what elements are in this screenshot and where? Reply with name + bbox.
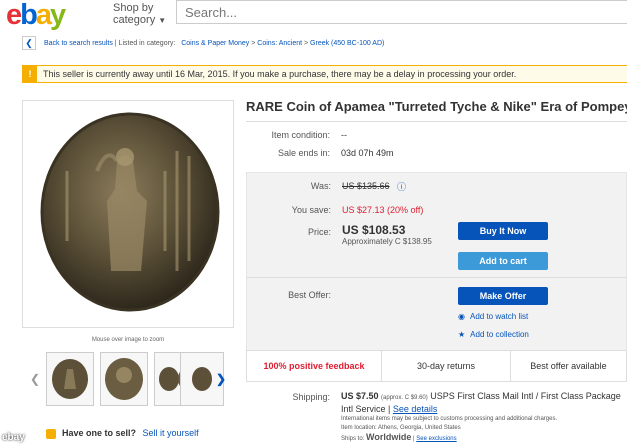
returns-badge: 30-day returns (381, 350, 511, 382)
zoom-hint: Mouse over image to zoom (91, 337, 165, 343)
shipping-label: Shipping: (292, 392, 330, 402)
sell-prompt: Have one to sell? Sell it yourself (46, 428, 199, 439)
breadcrumb-item-coins-ancient[interactable]: Coins: Ancient (257, 40, 302, 47)
divider (247, 277, 627, 278)
was-label: Was: (310, 181, 331, 191)
best-offer-label: Best Offer: (288, 290, 331, 300)
shipping-approx: (approx. C $9.60) (381, 395, 428, 401)
warning-icon: ! (23, 66, 37, 82)
divider (246, 121, 627, 122)
thumbnail[interactable] (100, 352, 148, 406)
item-title: RARE Coin of Apamea "Turreted Tyche & Ni… (246, 99, 627, 114)
ships-to-label: Ships to: (341, 436, 365, 442)
breadcrumb: ❮ Back to search results | Listed in cat… (22, 36, 384, 52)
best-offer-badge: Best offer available (510, 350, 627, 382)
back-to-search-link[interactable]: Back to search results (44, 40, 113, 47)
you-save-value: US $27.13 (20% off) (342, 205, 424, 215)
star-icon: ★ (458, 330, 466, 339)
tag-icon (46, 428, 56, 439)
seller-away-notice: ! This seller is currently away until 16 … (22, 65, 627, 83)
chevron-down-icon: ▼ (158, 16, 167, 25)
price-value: US $108.53 (342, 223, 406, 237)
add-to-collection-link[interactable]: ★ Add to collection (458, 330, 529, 339)
info-icon[interactable]: ⓘ (397, 180, 406, 193)
shipping-details: US $7.50 (approx. C $9.60) USPS First Cl… (341, 391, 627, 444)
was-price: US $135.66 (342, 181, 390, 191)
thumbnail-strip: ❮ ❯ (30, 352, 228, 408)
add-to-watch-list-link[interactable]: ◉ Add to watch list (458, 312, 528, 321)
eye-icon: ◉ (458, 312, 465, 321)
see-details-link[interactable]: See details (393, 404, 438, 414)
sell-it-yourself-link[interactable]: Sell it yourself (143, 428, 199, 438)
see-exclusions-link[interactable]: See exclusions (416, 436, 456, 442)
thumbnail[interactable] (46, 352, 94, 406)
ships-to-value: Worldwide (366, 432, 412, 442)
item-condition-value: -- (341, 130, 347, 140)
positive-feedback-badge: 100% positive feedback (246, 350, 382, 382)
search-input[interactable]: Search... (176, 0, 627, 24)
shipping-price: US $7.50 (341, 391, 379, 401)
breadcrumb-item-coins-paper-money[interactable]: Coins & Paper Money (181, 40, 249, 47)
make-offer-button[interactable]: Make Offer (458, 287, 548, 305)
chevron-left-icon[interactable]: ❮ (22, 36, 36, 51)
main-image-panel[interactable] (22, 100, 234, 328)
buy-it-now-button[interactable]: Buy It Now (458, 222, 548, 240)
listed-in-label: Listed in category: (118, 40, 176, 47)
chevron-right-icon[interactable]: ❯ (216, 372, 226, 386)
watermark: ebay (2, 432, 25, 443)
sale-ends-label: Sale ends in: (277, 148, 330, 158)
price-label: Price: (307, 227, 331, 237)
coin-image[interactable] (37, 111, 223, 313)
customs-note: International items may be subject to cu… (341, 416, 558, 422)
header: ebay Shop by category ▼ Search... (0, 0, 627, 30)
ebay-logo[interactable]: ebay (6, 0, 66, 30)
add-to-cart-button[interactable]: Add to cart (458, 252, 548, 270)
you-save-label: You save: (291, 205, 331, 215)
item-condition-label: Item condition: (271, 130, 330, 140)
chevron-left-icon[interactable]: ❮ (30, 372, 40, 386)
shop-by-category-button[interactable]: Shop by category ▼ (113, 2, 166, 27)
sale-ends-value: 03d 07h 49m (341, 148, 394, 158)
breadcrumb-item-greek[interactable]: Greek (450 BC-100 AD) (310, 40, 384, 47)
approx-price: Approximately C $138.95 (342, 237, 432, 246)
